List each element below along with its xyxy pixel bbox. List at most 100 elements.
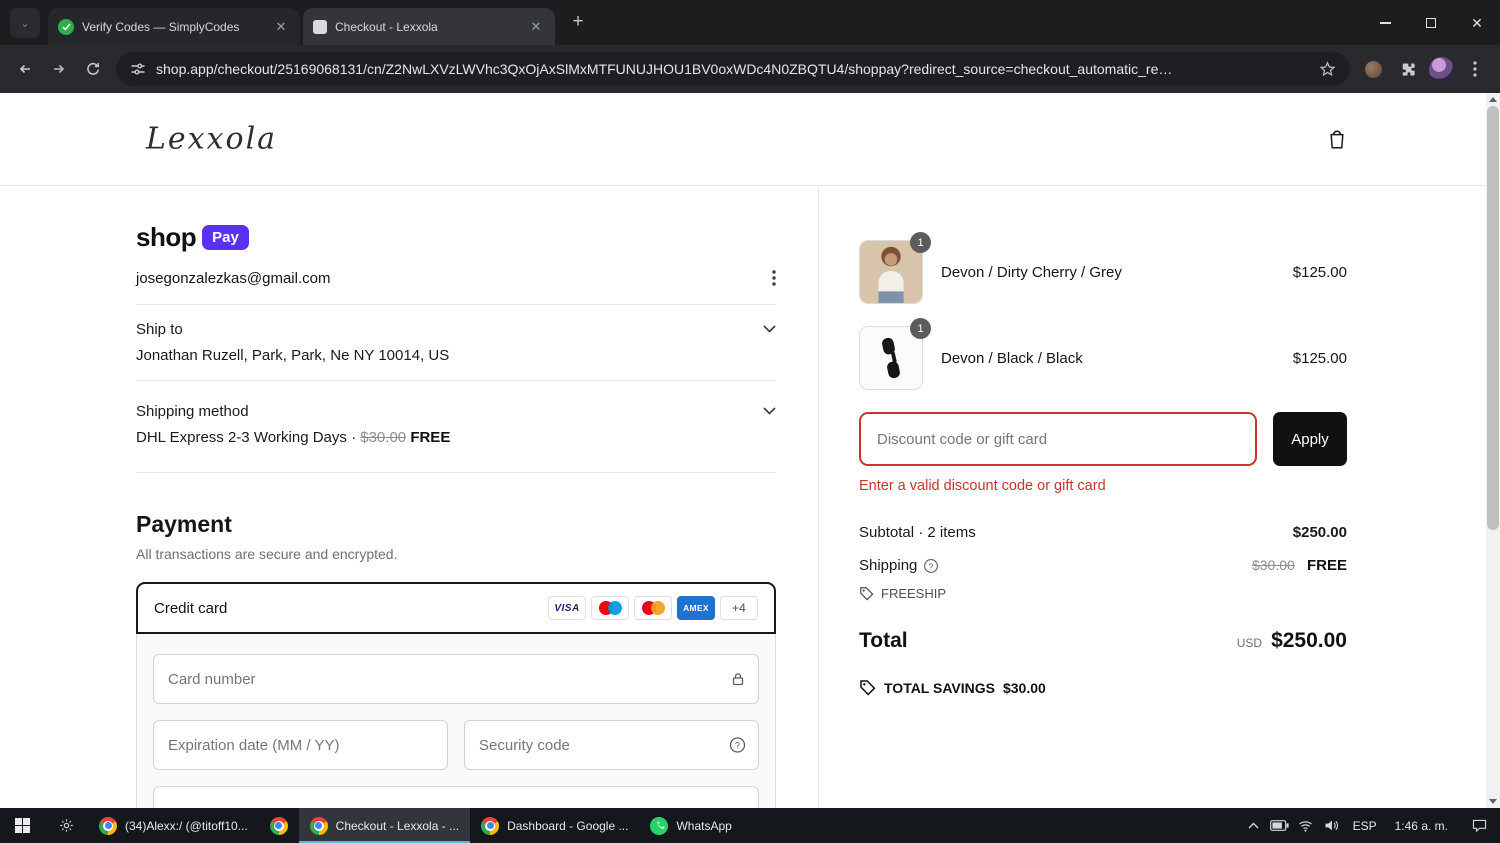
profile-button[interactable] [1424, 52, 1458, 86]
shipping-method-value: DHL Express 2-3 Working Days · $30.00 FR… [136, 429, 450, 446]
tab-checkout-lexxola[interactable]: Checkout - Lexxola ✕ [303, 8, 555, 45]
mastercard-icon [634, 596, 672, 620]
extension-icon [1364, 60, 1382, 78]
minimize-icon [1379, 21, 1391, 24]
item-price: $125.00 [1292, 263, 1347, 281]
item-price: $125.00 [1292, 349, 1347, 367]
scroll-down-button[interactable] [1486, 795, 1500, 808]
shipping-method-separator: · [351, 429, 357, 446]
chevron-down-icon[interactable] [763, 407, 776, 415]
shipping-method-section[interactable]: Shipping method DHL Express 2-3 Working … [136, 381, 776, 473]
tab-title: Checkout - Lexxola [335, 19, 438, 34]
network-tray-button[interactable] [1293, 808, 1319, 843]
discount-error-message: Enter a valid discount code or gift card [859, 478, 1106, 494]
amex-icon: AMEX [677, 596, 715, 620]
currency-code: USD [1236, 636, 1263, 650]
window-controls: ✕ [1362, 0, 1500, 45]
security-code-input[interactable] [464, 720, 759, 770]
chevron-down-icon[interactable] [763, 325, 776, 333]
minimize-button[interactable] [1362, 0, 1408, 45]
tray-expand-button[interactable] [1241, 808, 1267, 843]
expiry-field [153, 720, 448, 770]
windows-logo-icon [14, 818, 30, 833]
volume-tray-button[interactable] [1319, 808, 1345, 843]
taskbar-clock[interactable]: 1:46 a. m. [1385, 819, 1458, 833]
visa-icon: VISA [548, 596, 586, 620]
taskbar-item-checkout[interactable]: Checkout - Lexxola - ... [298, 808, 471, 843]
close-icon: ✕ [1471, 14, 1483, 31]
help-icon[interactable]: ? [729, 737, 746, 754]
close-button[interactable]: ✕ [1454, 0, 1500, 45]
settings-taskbar-button[interactable] [44, 808, 88, 843]
extension-action-button[interactable] [1356, 52, 1390, 86]
reload-button[interactable] [76, 52, 110, 86]
line-item: 1 Devon / Black / Black $125.00 [859, 318, 1347, 390]
browser-menu-button[interactable] [1458, 52, 1492, 86]
total-row: Total USD $250.00 [859, 629, 1347, 653]
back-button[interactable] [8, 52, 42, 86]
taskbar-item-whatsapp[interactable]: WhatsApp [639, 808, 742, 843]
name-on-card-input[interactable] [153, 786, 759, 808]
bookmark-star-icon[interactable] [1319, 60, 1336, 78]
page-scrollbar[interactable] [1486, 93, 1500, 808]
shipping-row: Shipping ? $30.00 FREE [859, 557, 1347, 574]
address-bar[interactable]: shop.app/checkout/25169068131/cn/Z2NwLXV… [116, 52, 1350, 86]
shipping-old-price: $30.00 [360, 429, 407, 446]
apply-button[interactable]: Apply [1273, 412, 1347, 466]
checkout-page: Lexxola shop Pay josegonzalezkas@gmail.c… [0, 93, 1486, 808]
discount-code-input[interactable] [859, 412, 1257, 466]
email-menu-button[interactable] [772, 270, 776, 286]
reload-icon [87, 62, 100, 75]
scroll-down-icon [1489, 799, 1497, 804]
taskbar-item-chrome-1[interactable]: (34)Alexx:/ (@titoff10... [88, 808, 259, 843]
shipping-old-amount: $30.00 [1251, 557, 1295, 573]
email-row: josegonzalezkas@gmail.com [136, 266, 776, 290]
tab-search-button[interactable]: ⌄ [10, 8, 40, 38]
windows-taskbar: (34)Alexx:/ (@titoff10... Checkout - Lex… [0, 808, 1500, 843]
scrollbar-thumb[interactable] [1487, 106, 1499, 530]
more-brands-badge: +4 [720, 596, 758, 620]
cart-button[interactable] [1324, 126, 1350, 152]
maestro-icon [591, 596, 629, 620]
shop-pay-logo: shop Pay [136, 222, 776, 252]
tag-icon [860, 680, 876, 696]
language-indicator[interactable]: ESP [1345, 819, 1385, 833]
maximize-button[interactable] [1408, 0, 1454, 45]
start-button[interactable] [0, 808, 44, 843]
ship-to-section[interactable]: Ship to Jonathan Ruzell, Park, Park, Ne … [136, 305, 776, 381]
shopping-bag-icon [1330, 130, 1344, 149]
tab-close-icon[interactable]: ✕ [272, 18, 290, 36]
taskbar-item-chrome-2[interactable] [259, 808, 299, 843]
site-info-icon[interactable] [130, 61, 146, 77]
lexxola-favicon-icon [313, 19, 327, 34]
scroll-up-button[interactable] [1486, 93, 1500, 106]
lexxola-logo[interactable]: Lexxola [146, 122, 277, 157]
subtotal-amount: $250.00 [1292, 524, 1347, 541]
tag-icon [860, 587, 874, 601]
browser-tab-bar: ⌄ Verify Codes — SimplyCodes ✕ Checkout … [0, 0, 1500, 45]
taskbar-item-dashboard[interactable]: Dashboard - Google ... [470, 808, 639, 843]
back-icon [19, 64, 30, 74]
tab-close-icon[interactable]: ✕ [527, 18, 545, 36]
extensions-button[interactable] [1390, 52, 1424, 86]
card-number-field [153, 654, 759, 704]
new-tab-button[interactable]: + [564, 8, 592, 36]
ship-to-address: Jonathan Ruzell, Park, Park, Ne NY 10014… [136, 347, 450, 364]
card-number-input[interactable] [153, 654, 759, 704]
expiry-input[interactable] [153, 720, 448, 770]
card-brand-icons: VISA AMEX +4 [548, 596, 758, 620]
tab-simplycodes[interactable]: Verify Codes — SimplyCodes ✕ [48, 8, 300, 45]
shipping-method-label: Shipping method [136, 403, 249, 420]
puzzle-icon [1402, 63, 1415, 75]
forward-button[interactable] [42, 52, 76, 86]
credit-card-form: ? [136, 634, 776, 808]
notification-center-button[interactable] [1458, 819, 1500, 832]
lock-icon [732, 673, 744, 686]
battery-tray-button[interactable] [1267, 808, 1293, 843]
discount-row: Apply [859, 412, 1347, 466]
shipping-help-icon[interactable]: ? [923, 558, 939, 574]
notification-icon [1472, 819, 1486, 832]
credit-card-option[interactable]: Credit card VISA AMEX +4 [136, 582, 776, 634]
shipping-free-price: FREE [410, 429, 451, 446]
scroll-up-icon [1489, 97, 1497, 102]
